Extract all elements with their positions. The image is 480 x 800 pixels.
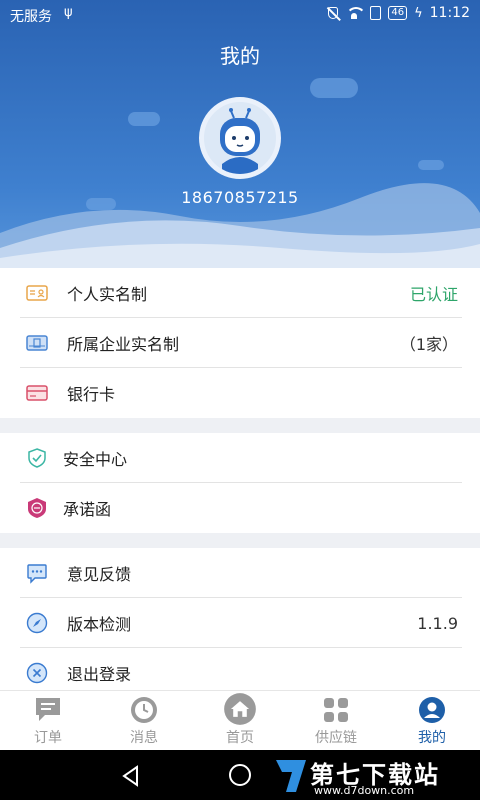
id-card-icon bbox=[26, 285, 48, 301]
profile-icon bbox=[419, 697, 445, 723]
clock-icon bbox=[131, 697, 157, 723]
site-watermark: 第七下载站 www.d7down.com bbox=[274, 754, 474, 798]
carrier-label: 无服务 bbox=[10, 9, 52, 25]
watermark-logo-icon bbox=[276, 760, 306, 792]
system-navigation-bar: 第七下载站 www.d7down.com bbox=[0, 750, 480, 800]
page-title: 我的 bbox=[220, 44, 260, 68]
cloud-decoration bbox=[128, 112, 160, 126]
menu-item-label: 版本检测 bbox=[67, 615, 132, 634]
menu-item-label: 退出登录 bbox=[67, 665, 132, 684]
wifi-icon bbox=[345, 6, 367, 20]
commitment-badge-icon bbox=[28, 498, 46, 518]
back-icon[interactable] bbox=[120, 765, 142, 787]
shield-check-icon bbox=[28, 448, 46, 468]
menu-item-bank-card[interactable]: 银行卡 bbox=[0, 368, 480, 418]
company-count: （1家） bbox=[399, 335, 458, 354]
tab-orders[interactable]: 订单 bbox=[0, 691, 96, 750]
settings-group: 意见反馈 版本检测 1.1.9 退出登录 bbox=[0, 548, 480, 698]
tab-home[interactable]: 首页 bbox=[192, 691, 288, 750]
logout-icon bbox=[26, 662, 48, 684]
cloud-decoration bbox=[310, 78, 358, 98]
home-button-icon[interactable] bbox=[229, 764, 251, 786]
usb-icon: ψ bbox=[64, 5, 73, 20]
menu-item-label: 所属企业实名制 bbox=[67, 335, 180, 354]
tab-label: 供应链 bbox=[315, 730, 357, 746]
bank-card-icon bbox=[26, 385, 48, 401]
network-badge: 46 bbox=[388, 6, 408, 20]
menu-item-label: 承诺函 bbox=[63, 500, 112, 519]
sim-icon bbox=[370, 6, 382, 20]
account-group: 个人实名制 已认证 所属企业实名制 （1家） 银行卡 bbox=[0, 268, 480, 418]
mute-icon bbox=[328, 7, 339, 19]
home-icon bbox=[224, 693, 256, 725]
tab-label: 首页 bbox=[226, 730, 254, 746]
menu-item-commitment-letter[interactable]: 承诺函 bbox=[0, 483, 480, 533]
watermark-url: www.d7down.com bbox=[314, 784, 415, 797]
menu-item-feedback[interactable]: 意见反馈 bbox=[0, 548, 480, 598]
profile-header: 我的 18670857215 bbox=[0, 0, 480, 268]
robot-avatar-icon bbox=[204, 102, 276, 174]
menu-item-label: 安全中心 bbox=[63, 450, 128, 469]
charging-icon: ϟ bbox=[414, 5, 423, 21]
tab-profile[interactable]: 我的 bbox=[384, 691, 480, 750]
menu-item-company-verification[interactable]: 所属企业实名制 （1家） bbox=[0, 318, 480, 368]
bottom-tab-bar: 订单 消息 首页 供应链 我的 bbox=[0, 690, 480, 750]
tab-label: 订单 bbox=[34, 730, 62, 746]
company-card-icon bbox=[26, 335, 48, 351]
status-bar: 无服务 ψ 46 ϟ 11:12 bbox=[0, 0, 480, 30]
tab-label: 我的 bbox=[418, 730, 446, 746]
menu-item-label: 意见反馈 bbox=[67, 565, 132, 584]
security-group: 安全中心 承诺函 bbox=[0, 433, 480, 533]
grid-icon bbox=[324, 698, 348, 722]
menu-item-version-check[interactable]: 版本检测 1.1.9 bbox=[0, 598, 480, 648]
menu-item-label: 银行卡 bbox=[67, 385, 116, 404]
orders-icon bbox=[36, 698, 60, 721]
version-number: 1.1.9 bbox=[417, 613, 458, 633]
verified-status: 已认证 bbox=[409, 285, 458, 304]
avatar[interactable] bbox=[199, 97, 281, 179]
menu-item-label: 个人实名制 bbox=[67, 285, 148, 304]
feedback-icon bbox=[27, 564, 47, 584]
compass-icon bbox=[26, 612, 48, 634]
cloud-decoration bbox=[418, 160, 444, 170]
clock-time: 11:12 bbox=[429, 5, 470, 21]
menu-item-personal-verification[interactable]: 个人实名制 已认证 bbox=[0, 268, 480, 318]
menu-item-security-center[interactable]: 安全中心 bbox=[0, 433, 480, 483]
wave-decoration bbox=[0, 183, 480, 268]
tab-label: 消息 bbox=[130, 730, 158, 746]
tab-messages[interactable]: 消息 bbox=[96, 691, 192, 750]
tab-supply-chain[interactable]: 供应链 bbox=[288, 691, 384, 750]
